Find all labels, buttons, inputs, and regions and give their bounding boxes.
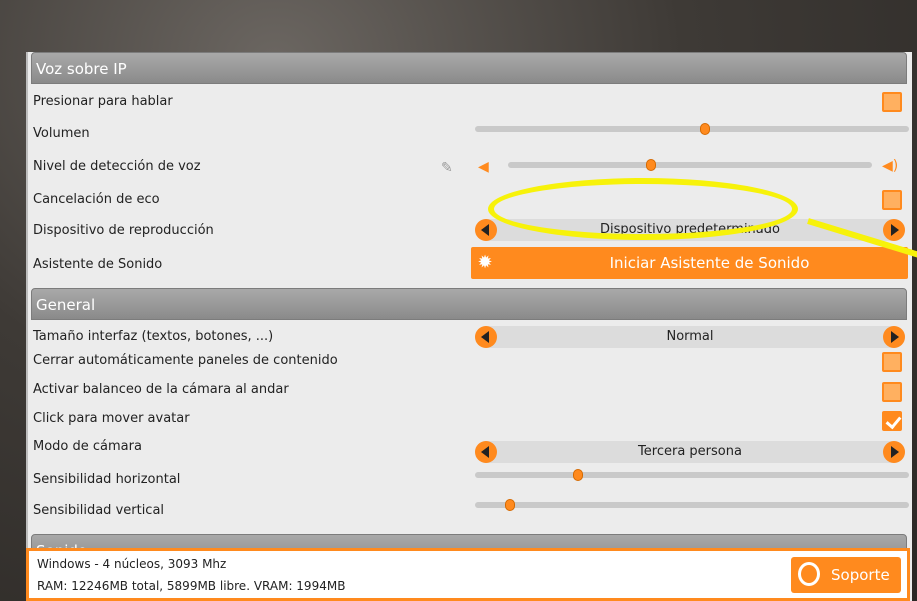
camera-mode-value: Tercera persona — [638, 444, 742, 459]
sound-wizard-label: Asistente de Sonido — [33, 257, 163, 272]
voice-detection-slider-thumb[interactable] — [646, 159, 657, 171]
support-button-label: Soporte — [831, 566, 890, 584]
camera-mode-next-button[interactable] — [883, 441, 905, 463]
camera-mode-selector: Tercera persona — [475, 441, 905, 463]
system-info-footer: Windows - 4 núcleos, 3093 Mhz RAM: 12246… — [26, 548, 910, 601]
camera-sway-checkbox[interactable] — [882, 382, 902, 402]
camera-sway-label: Activar balanceo de la cámara al andar — [33, 382, 289, 397]
sound-wizard-button[interactable]: ✹ Iniciar Asistente de Sonido — [471, 247, 908, 279]
volume-slider-thumb[interactable] — [699, 123, 710, 135]
ui-size-selector: Normal — [475, 326, 905, 348]
speaker-high-icon: ◀) — [882, 158, 899, 174]
system-info-line-1: Windows - 4 núcleos, 3093 Mhz — [37, 557, 227, 571]
section-header-voip[interactable]: Voz sobre IP — [31, 52, 907, 84]
echo-cancel-label: Cancelación de eco — [33, 192, 160, 207]
voice-detection-slider[interactable] — [508, 159, 872, 171]
microphone-icon: ✎ — [441, 160, 453, 176]
click-move-label: Click para mover avatar — [33, 411, 190, 426]
push-to-talk-label: Presionar para hablar — [33, 94, 173, 109]
gear-icon: ✹ — [477, 252, 493, 273]
horizontal-sensitivity-slider[interactable] — [475, 469, 909, 481]
camera-mode-prev-button[interactable] — [475, 441, 497, 463]
horizontal-sensitivity-label: Sensibilidad horizontal — [33, 472, 181, 487]
auto-close-checkbox[interactable] — [882, 352, 902, 372]
ui-size-value: Normal — [666, 329, 714, 344]
auto-close-label: Cerrar automáticamente paneles de conten… — [33, 353, 338, 368]
volume-slider[interactable] — [475, 123, 909, 135]
vertical-sensitivity-label: Sensibilidad vertical — [33, 503, 165, 518]
click-move-checkbox[interactable] — [882, 411, 902, 431]
vertical-sensitivity-slider[interactable] — [475, 499, 909, 511]
playback-device-prev-button[interactable] — [475, 219, 497, 241]
echo-cancel-checkbox[interactable] — [882, 190, 902, 210]
annotation-ellipse — [488, 178, 798, 240]
camera-mode-label: Modo de cámara — [33, 439, 142, 454]
speaker-low-icon: ◀ — [478, 159, 489, 175]
sound-wizard-button-label: Iniciar Asistente de Sonido — [609, 254, 810, 272]
voice-detection-label: Nivel de detección de voz — [33, 159, 201, 174]
volume-label: Volumen — [33, 126, 90, 141]
section-header-general[interactable]: General — [31, 288, 907, 320]
push-to-talk-checkbox[interactable] — [882, 92, 902, 112]
playback-device-next-button[interactable] — [883, 219, 905, 241]
playback-device-label: Dispositivo de reproducción — [33, 223, 214, 238]
ui-size-next-button[interactable] — [883, 326, 905, 348]
system-info-line-2: RAM: 12246MB total, 5899MB libre. VRAM: … — [37, 579, 346, 593]
vertical-sensitivity-slider-thumb[interactable] — [504, 499, 515, 511]
support-button[interactable]: Soporte — [791, 557, 901, 593]
headset-icon — [798, 562, 820, 586]
settings-panel: Voz sobre IP Presionar para hablar Volum… — [26, 52, 912, 601]
ui-size-prev-button[interactable] — [475, 326, 497, 348]
horizontal-sensitivity-slider-thumb[interactable] — [572, 469, 583, 481]
ui-size-label: Tamaño interfaz (textos, botones, ...) — [33, 329, 274, 344]
